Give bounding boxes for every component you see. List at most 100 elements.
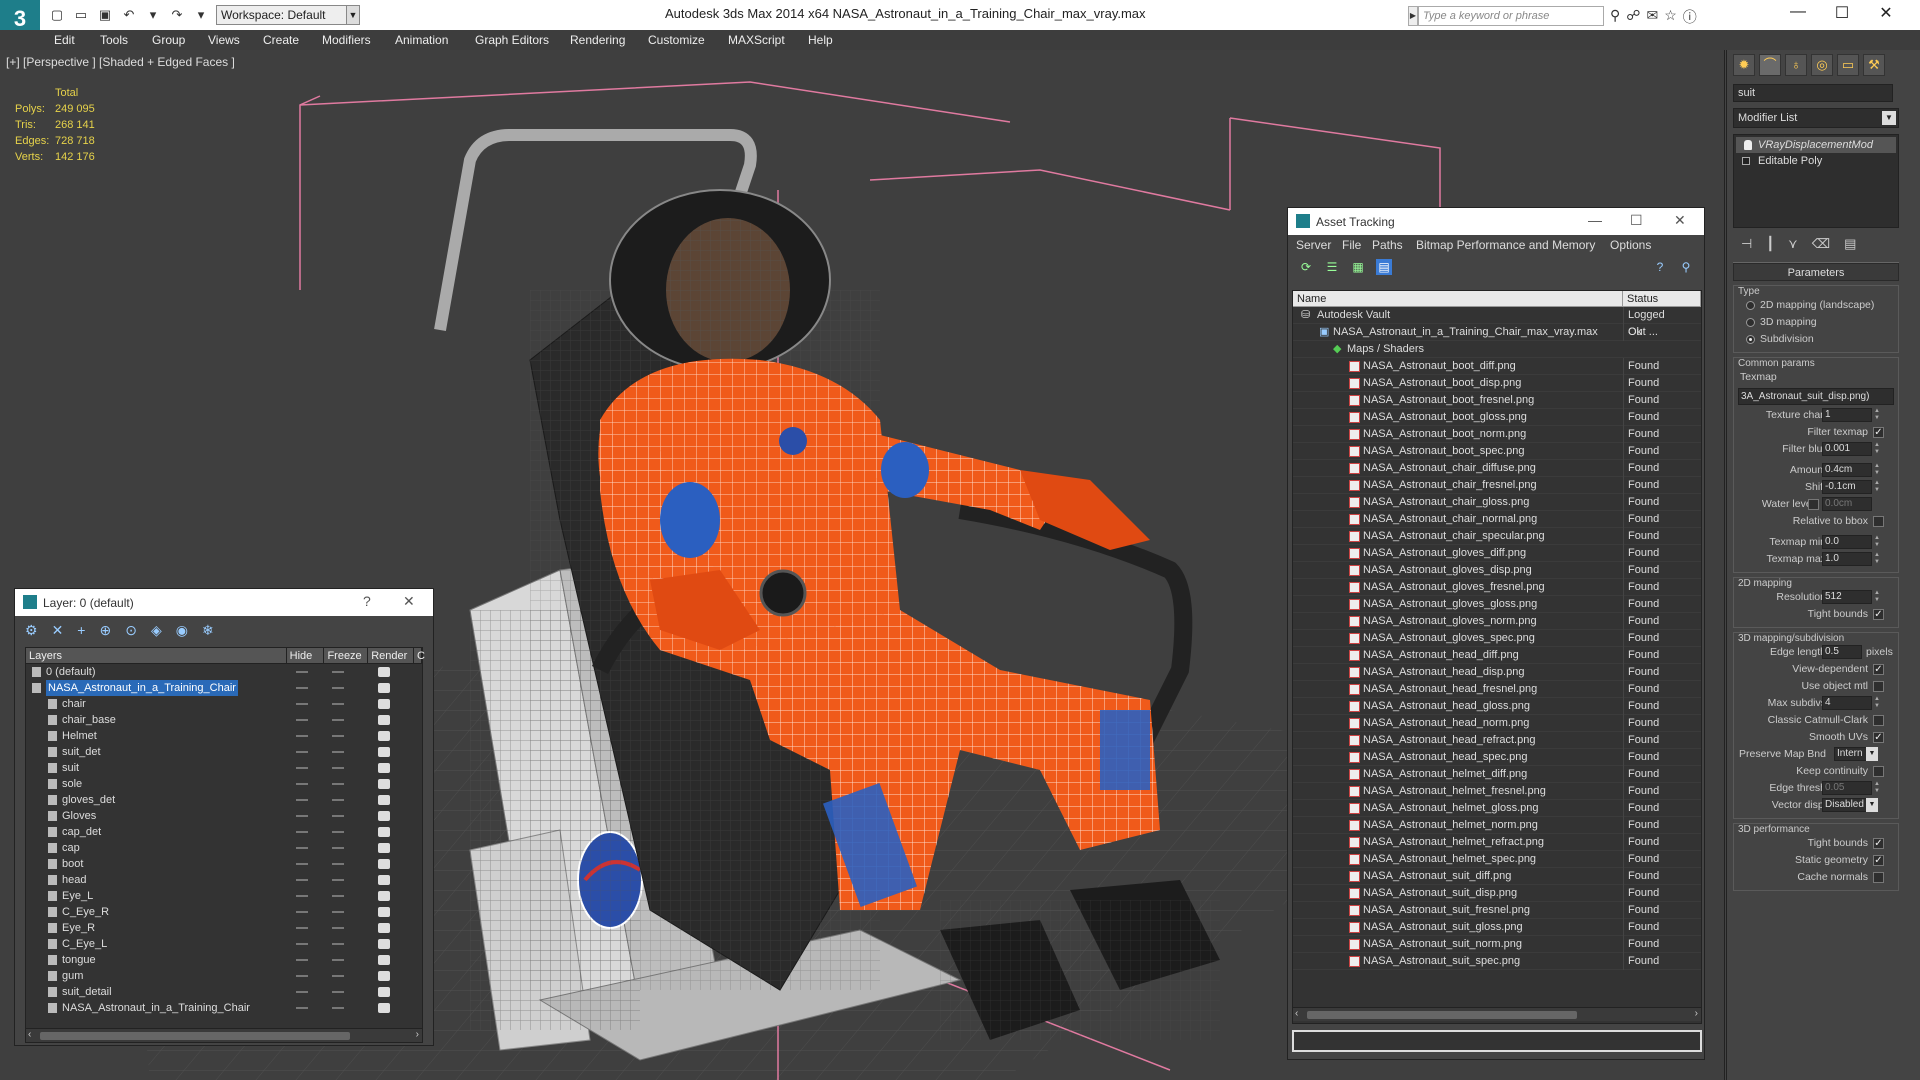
freeze-all-icon[interactable]: ❄ [202,622,214,638]
render-teapot-icon[interactable] [378,859,390,869]
menu-edit[interactable]: Edit [54,33,75,47]
asset-row[interactable]: NASA_Astronaut_boot_disp.png Found [1293,375,1701,392]
render-teapot-icon[interactable] [378,763,390,773]
asset-row[interactable]: NASA_Astronaut_gloves_norm.png Found [1293,613,1701,630]
freeze-toggle[interactable] [332,703,344,705]
hide-toggle[interactable] [296,735,308,737]
asset-menu-bitmap[interactable]: Bitmap Performance and Memory [1416,238,1595,252]
chevron-down-icon[interactable]: ▼ [1882,111,1896,125]
spinner-icon[interactable]: ▲ ▼ [1874,696,1882,710]
asset-row[interactable]: NASA_Astronaut_helmet_norm.png Found [1293,817,1701,834]
col-status[interactable]: Status [1623,291,1701,306]
menu-group[interactable]: Group [152,33,185,47]
texmap-button[interactable]: 3A_Astronaut_suit_disp.png) [1738,388,1894,405]
static-geo-checkbox[interactable]: ✓ [1873,855,1884,866]
viewport-label[interactable]: [+] [Perspective ] [Shaded + Edged Faces… [6,55,235,69]
render-teapot-icon[interactable] [378,987,390,997]
relative-bbox-checkbox[interactable] [1873,516,1884,527]
asset-row[interactable]: NASA_Astronaut_chair_diffuse.png Found [1293,460,1701,477]
hide-toggle[interactable] [296,831,308,833]
texmap-min-input[interactable]: 0.0 [1822,535,1872,549]
layer-list[interactable]: Layers Hide Freeze Render C 0 (default) N… [25,647,425,1043]
open-file-icon[interactable]: ▭ [72,7,90,23]
asset-row[interactable]: NASA_Astronaut_gloves_disp.png Found [1293,562,1701,579]
show-end-result-icon[interactable]: ┃ [1766,236,1774,252]
spinner-icon[interactable]: ▲ ▼ [1874,408,1882,422]
hide-toggle[interactable] [296,959,308,961]
asset-row[interactable]: NASA_Astronaut_suit_gloss.png Found [1293,919,1701,936]
spinner-icon[interactable]: ▲ ▼ [1874,463,1882,477]
layer-settings-icon[interactable]: ⚙ [25,622,38,638]
radio-icon[interactable] [1746,301,1755,310]
hide-toggle[interactable] [296,815,308,817]
search-input[interactable]: Type a keyword or phrase [1418,6,1604,26]
hide-toggle[interactable] [296,879,308,881]
spinner-icon[interactable]: ▲ ▼ [1874,480,1882,494]
asset-row[interactable]: NASA_Astronaut_head_fresnel.png Found [1293,681,1701,698]
perf-tight-checkbox[interactable]: ✓ [1873,838,1884,849]
hide-toggle[interactable] [296,975,308,977]
add-layer-icon[interactable]: + [77,622,85,638]
parameters-rollout-title[interactable]: Parameters [1733,263,1899,281]
lightbulb-icon[interactable] [1744,140,1752,150]
hide-toggle[interactable] [296,863,308,865]
freeze-toggle[interactable] [332,735,344,737]
smooth-uvs-checkbox[interactable]: ✓ [1873,732,1884,743]
asset-row[interactable]: NASA_Astronaut_suit_diff.png Found [1293,868,1701,885]
radio-3d-mapping[interactable]: 3D mapping [1738,314,1894,331]
asset-path-field[interactable] [1292,1030,1702,1052]
freeze-toggle[interactable] [332,863,344,865]
hide-toggle[interactable] [296,1007,308,1009]
hide-toggle[interactable] [296,799,308,801]
freeze-toggle[interactable] [332,943,344,945]
col-freeze[interactable]: Freeze [324,648,369,663]
layer-row[interactable]: NASA_Astronaut_in_a_Training_Chair [26,1000,422,1016]
render-teapot-icon[interactable] [378,715,390,725]
hide-toggle[interactable] [296,847,308,849]
layer-row[interactable]: chair_base [26,712,422,728]
hide-toggle[interactable] [296,991,308,993]
hide-toggle[interactable] [296,671,308,673]
asset-row[interactable]: NASA_Astronaut_chair_specular.png Found [1293,528,1701,545]
chevron-down-icon[interactable]: ▼ [1866,798,1878,812]
communication-icon[interactable]: ✉ [1646,7,1658,27]
freeze-toggle[interactable] [332,687,344,689]
asset-row[interactable]: NASA_Astronaut_head_refract.png Found [1293,732,1701,749]
search-expand-icon[interactable]: ▶ [1408,6,1418,26]
layer-row[interactable]: Gloves [26,808,422,824]
asset-row[interactable]: NASA_Astronaut_helmet_fresnel.png Found [1293,783,1701,800]
binoculars-icon[interactable]: ⚲ [1610,7,1620,27]
freeze-toggle[interactable] [332,831,344,833]
filter-texmap-checkbox[interactable]: ✓ [1873,427,1884,438]
freeze-toggle[interactable] [332,975,344,977]
hide-toggle[interactable] [296,895,308,897]
texture-chan-input[interactable]: 1 [1822,408,1872,422]
menu-modifiers[interactable]: Modifiers [322,33,371,47]
max-subdivs-input[interactable]: 4 [1822,696,1872,710]
asset-row[interactable]: NASA_Astronaut_head_norm.png Found [1293,715,1701,732]
folder-row[interactable]: ◆ Maps / Shaders [1293,341,1701,358]
hide-toggle[interactable] [296,943,308,945]
hide-toggle[interactable] [296,783,308,785]
asset-row[interactable]: NASA_Astronaut_boot_norm.png Found [1293,426,1701,443]
freeze-toggle[interactable] [332,927,344,929]
freeze-toggle[interactable] [332,1007,344,1009]
hide-toggle[interactable] [296,703,308,705]
refresh-icon[interactable]: ⟳ [1298,259,1314,275]
vault-row[interactable]: ⛁ Autodesk Vault Logged Out ... [1293,307,1701,341]
render-teapot-icon[interactable] [378,699,390,709]
redo-icon[interactable]: ↷ [168,7,186,23]
asset-row[interactable]: NASA_Astronaut_helmet_diff.png Found [1293,766,1701,783]
minimize-icon[interactable]: — [1778,3,1818,21]
layer-row[interactable]: sole [26,776,422,792]
cache-normals-checkbox[interactable] [1873,872,1884,883]
water-level-checkbox[interactable] [1808,499,1819,510]
display-tab-icon[interactable]: ▭ [1837,54,1859,76]
asset-row[interactable]: NASA_Astronaut_boot_diff.png Found [1293,358,1701,375]
asset-dialog-titlebar[interactable]: Asset Tracking — ☐ ✕ [1288,208,1704,235]
file-row[interactable]: ▣ NASA_Astronaut_in_a_Training_Chair_max… [1293,324,1701,341]
asset-row[interactable]: NASA_Astronaut_suit_disp.png Found [1293,885,1701,902]
layer-row[interactable]: Eye_R [26,920,422,936]
freeze-toggle[interactable] [332,751,344,753]
render-teapot-icon[interactable] [378,667,390,677]
